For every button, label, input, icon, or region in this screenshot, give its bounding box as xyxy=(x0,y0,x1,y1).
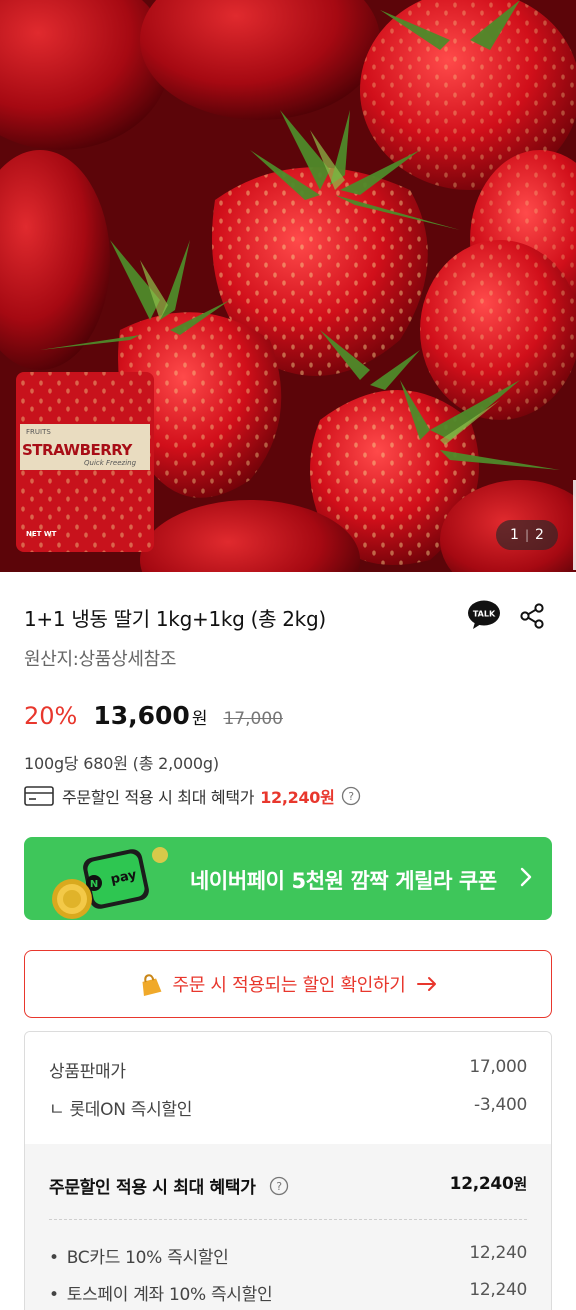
package-brand: FRUITS xyxy=(26,428,51,436)
check-button-label: 주문 시 적용되는 할인 확인하기 xyxy=(172,975,406,996)
package-weight: NET WT xyxy=(26,530,57,538)
svg-text:?: ? xyxy=(276,1180,282,1193)
product-title: 1+1 냉동 딸기 1kg+1kg (총 2kg) xyxy=(24,607,326,631)
toss-discount-value: 12,240 xyxy=(469,1280,527,1300)
unit-price: 100g당 680원 (총 2,000g) xyxy=(24,754,219,773)
max-benefit-amount: 12,240원 xyxy=(260,788,335,807)
package-name: STRAWBERRY xyxy=(22,441,132,459)
chevron-right-icon xyxy=(520,867,532,887)
credit-card-icon xyxy=(24,786,54,806)
card-discount-value: 12,240 xyxy=(469,1243,527,1263)
instant-discount-value: -3,400 xyxy=(473,1095,527,1115)
sale-price-value: 17,000 xyxy=(469,1057,527,1077)
naver-pay-coupon-banner[interactable]: N pay 네이버페이 5천원 깜짝 게릴라 쿠폰 xyxy=(24,837,552,920)
max-benefit-row: 주문할인 적용 시 최대 혜택가 12,240원 ? xyxy=(24,784,361,808)
breakdown-top: 상품판매가 17,000 ㄴ 롯데ON 즉시할인 -3,400 xyxy=(25,1032,551,1144)
discount-rate: 20% xyxy=(24,702,78,730)
shopping-bag-icon xyxy=(142,974,162,996)
toss-discount-label: 토스페이 계좌 10% 즉시할인 xyxy=(49,1280,273,1305)
arrow-right-icon xyxy=(416,977,436,991)
package-tagline: Quick Freezing xyxy=(84,459,137,467)
help-icon[interactable]: ? xyxy=(269,1176,289,1196)
max-benefit-label: 주문할인 적용 시 최대 혜택가 xyxy=(62,788,255,807)
pager-separator: | xyxy=(524,528,530,542)
check-order-discount-button[interactable]: 주문 시 적용되는 할인 확인하기 xyxy=(24,950,552,1018)
price-currency: 원 xyxy=(191,709,208,729)
npay-banner-text: 네이버페이 5천원 깜짝 게릴라 쿠폰 xyxy=(190,869,497,893)
help-icon[interactable]: ? xyxy=(341,786,361,806)
product-origin: 원산지:상품상세참조 xyxy=(24,649,177,670)
image-pager: 1 | 2 xyxy=(496,520,558,550)
instant-discount-row: ㄴ 롯데ON 즉시할인 -3,400 xyxy=(49,1095,527,1120)
max-benefit-summary-row: 주문할인 적용 시 최대 혜택가 ? 12,240원 xyxy=(49,1173,527,1198)
instant-discount-label: ㄴ 롯데ON 즉시할인 xyxy=(49,1100,193,1120)
sale-price-row: 상품판매가 17,000 xyxy=(49,1057,527,1082)
sale-price-label: 상품판매가 xyxy=(49,1062,126,1082)
card-discount-row: BC카드 10% 즉시할인 12,240 xyxy=(49,1243,528,1268)
kakao-talk-icon[interactable]: TALK xyxy=(467,600,501,630)
price-breakdown-box: 상품판매가 17,000 ㄴ 롯데ON 즉시할인 -3,400 주문할인 적용 … xyxy=(24,1031,552,1310)
pager-current: 1 xyxy=(510,527,519,543)
max-benefit-summary-currency: 원 xyxy=(513,1175,527,1193)
breakdown-bottom: 주문할인 적용 시 최대 혜택가 ? 12,240원 BC카드 10% 즉시할인… xyxy=(25,1144,551,1310)
share-icon[interactable] xyxy=(518,602,546,630)
price-row: 20% 13,600 원 17,000 xyxy=(24,701,283,735)
naver-pay-coin-icon: N pay xyxy=(52,847,168,919)
max-benefit-summary-label: 주문할인 적용 시 최대 혜택가 xyxy=(49,1178,256,1198)
svg-text:?: ? xyxy=(348,790,354,803)
strawberry-photo xyxy=(0,0,576,572)
sale-price: 13,600 xyxy=(93,701,190,730)
max-benefit-summary-value: 12,240 xyxy=(449,1174,514,1194)
pager-total: 2 xyxy=(535,527,544,543)
original-price: 17,000 xyxy=(223,709,283,729)
dashed-divider xyxy=(49,1219,527,1220)
toss-discount-row: 토스페이 계좌 10% 즉시할인 12,240 xyxy=(49,1280,528,1305)
card-discount-label: BC카드 10% 즉시할인 xyxy=(49,1243,229,1268)
product-image-carousel[interactable]: FRUITS STRAWBERRY Quick Freezing NET WT … xyxy=(0,0,576,572)
svg-text:N: N xyxy=(90,879,98,890)
talk-label: TALK xyxy=(473,610,496,619)
